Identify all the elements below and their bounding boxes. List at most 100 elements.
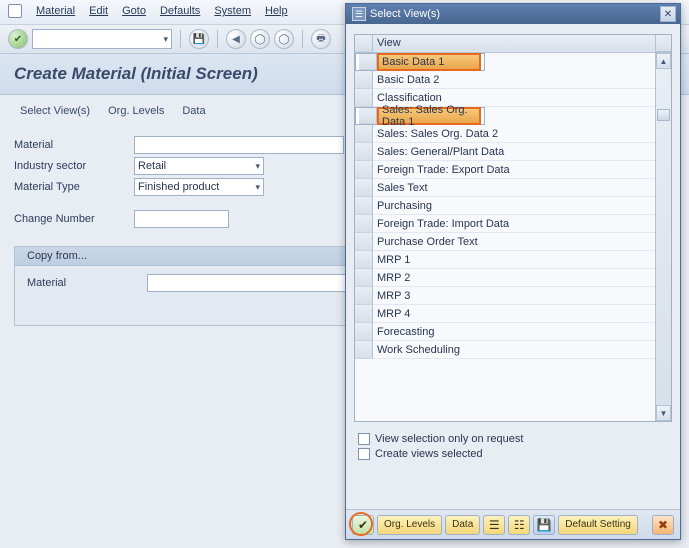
data-button[interactable]: Data	[445, 515, 480, 535]
menu-system[interactable]: System	[214, 5, 251, 17]
subtab-data[interactable]: Data	[182, 105, 205, 117]
list-item-label: Work Scheduling	[373, 341, 655, 359]
divider	[217, 30, 218, 48]
dialog-icon: ☰	[352, 7, 366, 21]
list-item-label: Forecasting	[373, 323, 655, 341]
list-item[interactable]: Foreign Trade: Export Data	[355, 161, 655, 179]
scroll-up-icon[interactable]: ▲	[656, 53, 671, 69]
options-area: View selection only on request Create vi…	[346, 426, 680, 468]
close-icon[interactable]: ✕	[660, 6, 676, 22]
material-type-select[interactable]: Finished product ▾	[134, 178, 264, 196]
checkbox-icon	[358, 448, 370, 460]
industry-value: Retail	[138, 160, 166, 172]
copy-material-input[interactable]	[147, 274, 357, 292]
scroll-down-icon[interactable]: ▼	[656, 405, 671, 421]
view-selection-on-request-checkbox[interactable]: View selection only on request	[358, 433, 668, 445]
checkbox-icon	[358, 433, 370, 445]
list-item[interactable]: Purchase Order Text	[355, 233, 655, 251]
list-item[interactable]: Basic Data 1	[355, 53, 485, 71]
change-number-input[interactable]	[134, 210, 229, 228]
list-item[interactable]: Sales: Sales Org. Data 1	[355, 107, 485, 125]
row-select-handle[interactable]	[355, 323, 373, 341]
save-default-icon[interactable]: 💾	[533, 515, 555, 535]
view-list: View Basic Data 1Basic Data 2Classificat…	[354, 34, 672, 422]
material-type-label: Material Type	[14, 181, 134, 193]
select-views-dialog: ☰ Select View(s) ✕ View Basic Data 1Basi…	[345, 3, 681, 540]
row-select-handle[interactable]	[355, 143, 373, 161]
subtab-org-levels[interactable]: Org. Levels	[108, 105, 164, 117]
select-column-header[interactable]	[355, 35, 373, 52]
list-item[interactable]: Sales Text	[355, 179, 655, 197]
menu-goto[interactable]: Goto	[122, 5, 146, 17]
row-select-handle[interactable]	[355, 341, 373, 359]
dialog-titlebar: ☰ Select View(s) ✕	[346, 4, 680, 24]
row-select-handle[interactable]	[355, 89, 373, 107]
menu-defaults[interactable]: Defaults	[160, 5, 200, 17]
industry-label: Industry sector	[14, 160, 134, 172]
row-select-handle[interactable]	[355, 305, 373, 323]
list-item[interactable]: Forecasting	[355, 323, 655, 341]
list-item-label: Sales: Sales Org. Data 2	[373, 125, 655, 143]
list-item-label: MRP 2	[373, 269, 655, 287]
material-input[interactable]	[134, 136, 344, 154]
print-icon[interactable]: 🖶	[311, 29, 331, 49]
cancel-icon[interactable]: ◯	[274, 29, 294, 49]
menu-help[interactable]: Help	[265, 5, 288, 17]
list-item[interactable]: Basic Data 2	[355, 71, 655, 89]
command-field[interactable]: ▾	[32, 29, 172, 49]
save-icon[interactable]: 💾	[189, 29, 209, 49]
row-select-handle[interactable]	[355, 179, 373, 197]
default-setting-button[interactable]: Default Setting	[558, 515, 638, 535]
menu-edit[interactable]: Edit	[89, 5, 108, 17]
row-select-handle[interactable]	[355, 161, 373, 179]
subtab-select-views[interactable]: Select View(s)	[20, 105, 90, 117]
cancel-button[interactable]: ✖	[652, 515, 674, 535]
app-icon	[8, 4, 22, 18]
list-item[interactable]: Sales: General/Plant Data	[355, 143, 655, 161]
list-item[interactable]: MRP 2	[355, 269, 655, 287]
create-views-selected-checkbox[interactable]: Create views selected	[358, 448, 668, 460]
scroll-thumb[interactable]	[657, 109, 670, 121]
list-item[interactable]: Sales: Sales Org. Data 2	[355, 125, 655, 143]
back-icon[interactable]: ◀	[226, 29, 246, 49]
list-item[interactable]: Purchasing	[355, 197, 655, 215]
list-item[interactable]: Work Scheduling	[355, 341, 655, 359]
row-select-handle[interactable]	[359, 108, 377, 124]
row-select-handle[interactable]	[355, 215, 373, 233]
row-select-handle[interactable]	[355, 287, 373, 305]
org-levels-button[interactable]: Org. Levels	[377, 515, 442, 535]
list-item-label: Foreign Trade: Import Data	[373, 215, 655, 233]
exit-icon[interactable]: ◯	[250, 29, 270, 49]
list-item-label: Foreign Trade: Export Data	[373, 161, 655, 179]
list-item-label: Basic Data 2	[373, 71, 655, 89]
list-item[interactable]: Foreign Trade: Import Data	[355, 215, 655, 233]
checkbox-label: View selection only on request	[375, 433, 523, 445]
deselect-all-button[interactable]: ☷	[508, 515, 530, 535]
list-item[interactable]: MRP 3	[355, 287, 655, 305]
row-select-handle[interactable]	[359, 54, 377, 70]
list-item[interactable]: MRP 1	[355, 251, 655, 269]
select-all-button[interactable]: ☰	[483, 515, 505, 535]
list-item[interactable]: MRP 4	[355, 305, 655, 323]
list-item-label: Purchasing	[373, 197, 655, 215]
divider	[302, 30, 303, 48]
divider	[180, 30, 181, 48]
industry-select[interactable]: Retail ▾	[134, 157, 264, 175]
menu-material[interactable]: Material	[36, 5, 75, 17]
checkbox-label: Create views selected	[375, 448, 483, 460]
chevron-down-icon: ▾	[255, 161, 260, 172]
row-select-handle[interactable]	[355, 269, 373, 287]
continue-button[interactable]: ✔	[352, 515, 374, 535]
list-item-label: Purchase Order Text	[373, 233, 655, 251]
row-select-handle[interactable]	[355, 125, 373, 143]
row-select-handle[interactable]	[355, 233, 373, 251]
list-item-label: MRP 1	[373, 251, 655, 269]
list-item-label: Basic Data 1	[377, 53, 481, 71]
row-select-handle[interactable]	[355, 71, 373, 89]
row-select-handle[interactable]	[355, 197, 373, 215]
row-select-handle[interactable]	[355, 251, 373, 269]
dialog-footer: ✔ Org. Levels Data ☰ ☷ 💾 Default Setting…	[346, 509, 680, 539]
list-item-label: MRP 4	[373, 305, 655, 323]
enter-icon[interactable]: ✔	[8, 29, 28, 49]
scroll-header	[655, 35, 671, 52]
